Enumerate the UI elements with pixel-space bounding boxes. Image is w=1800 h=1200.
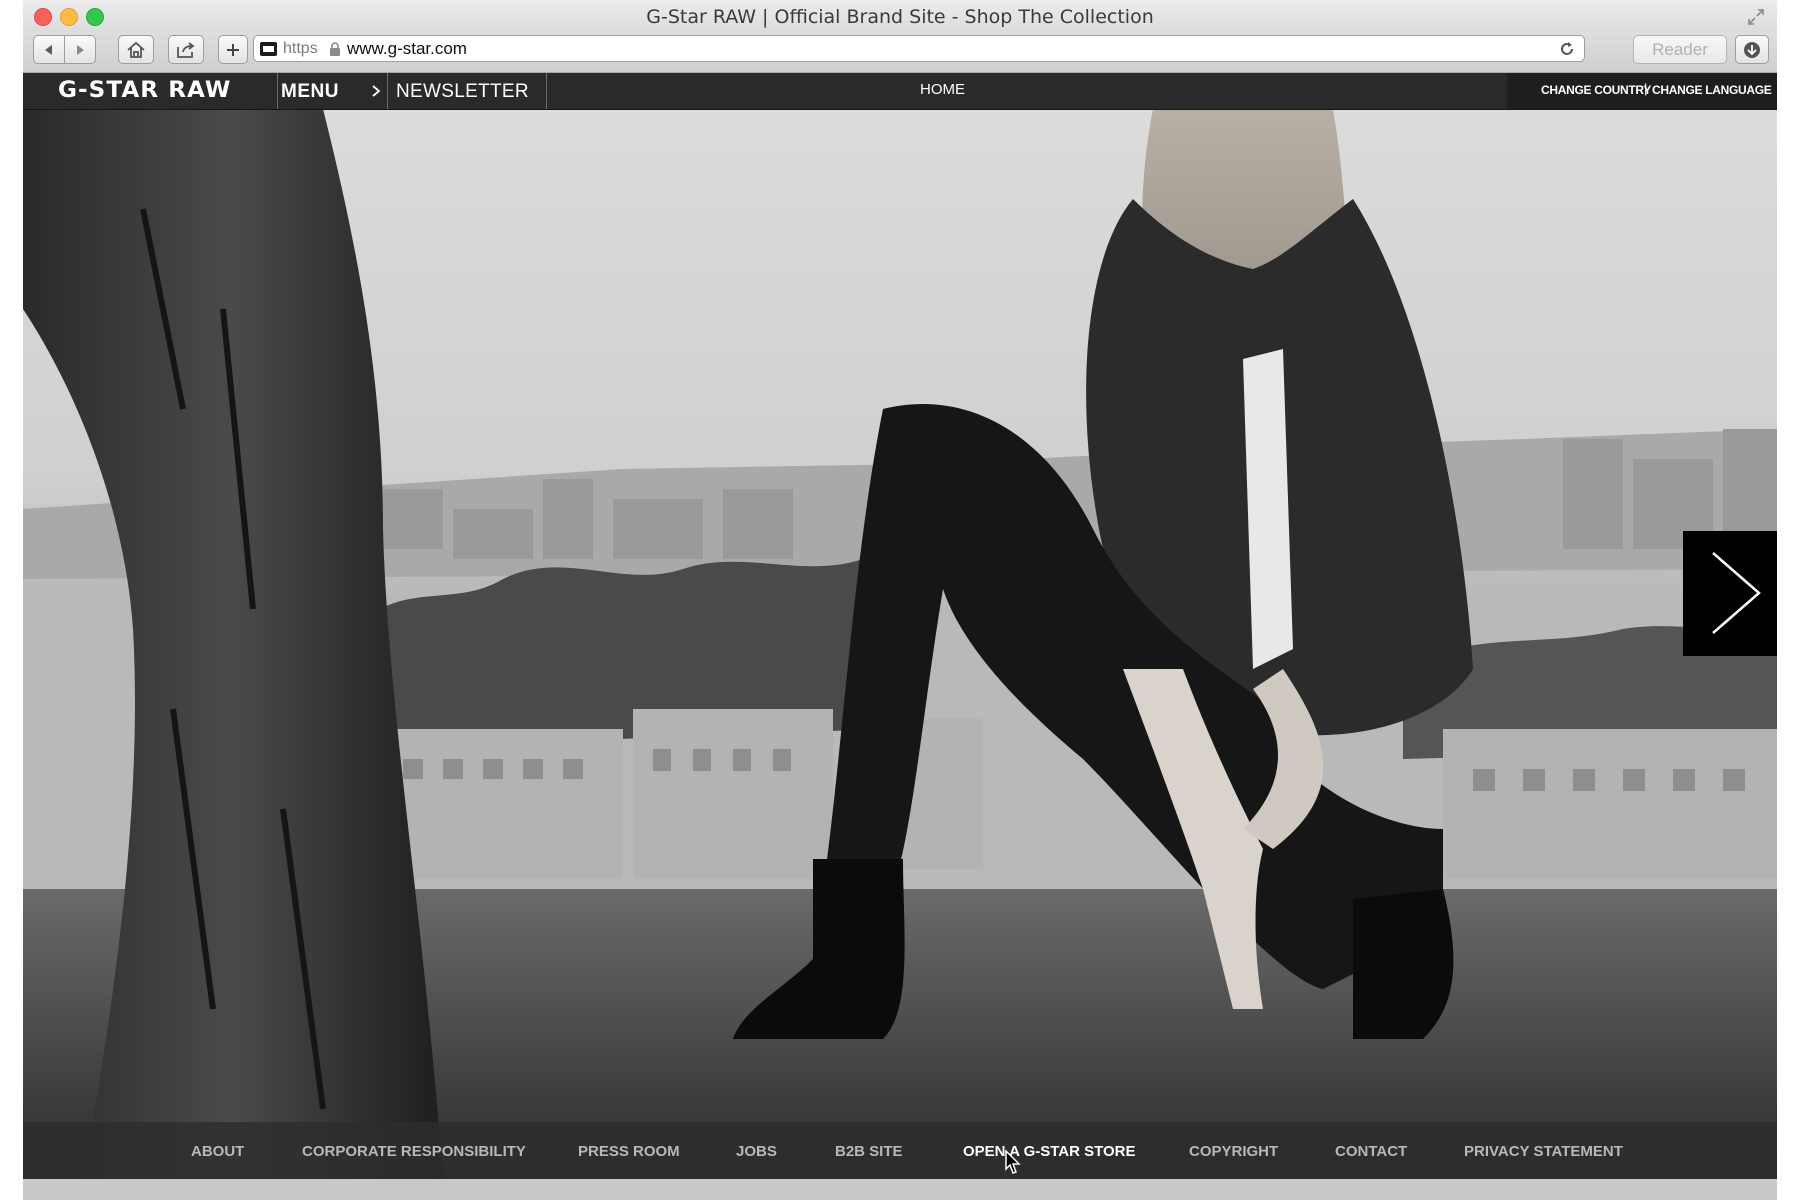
new-tab-button[interactable] (218, 35, 248, 64)
browser-status-strip (23, 1179, 1777, 1200)
footer-link-corporate-responsibility[interactable]: CORPORATE RESPONSIBILITY (302, 1143, 526, 1160)
newsletter-link[interactable]: NEWSLETTER (396, 81, 529, 103)
change-country-link[interactable]: CHANGE COUNTRY (1541, 83, 1651, 97)
next-slide-button[interactable] (1683, 531, 1777, 656)
reader-button[interactable]: Reader (1633, 35, 1727, 64)
site-header: G-STAR RAW MENU NEWSLETTER HOME CHANGE C… (23, 73, 1777, 110)
header-divider (546, 73, 547, 109)
header-divider (387, 73, 388, 109)
web-page: G-STAR RAW MENU NEWSLETTER HOME CHANGE C… (23, 73, 1777, 1179)
url-text: www.g-star.com (347, 39, 467, 58)
browser-window: G-Star RAW | Official Brand Site - Shop … (23, 0, 1777, 1200)
reload-icon[interactable] (1558, 40, 1576, 58)
share-button[interactable] (168, 35, 204, 64)
downloads-button[interactable] (1735, 35, 1769, 64)
window-title: G-Star RAW | Official Brand Site - Shop … (646, 6, 1154, 28)
footer-link-privacy-statement[interactable]: PRIVACY STATEMENT (1464, 1143, 1623, 1160)
chevron-left-icon (45, 44, 52, 55)
download-icon (1744, 41, 1760, 58)
browser-toolbar: https www.g-star.com Reader (23, 32, 1777, 73)
home-link[interactable]: HOME (920, 81, 965, 98)
fullscreen-icon[interactable] (1747, 8, 1765, 26)
chevron-right-icon (1712, 552, 1761, 634)
footer-nav: ABOUT CORPORATE RESPONSIBILITY PRESS ROO… (23, 1122, 1777, 1179)
footer-link-about[interactable]: ABOUT (191, 1143, 244, 1160)
footer-link-contact[interactable]: CONTACT (1335, 1143, 1407, 1160)
share-icon (177, 41, 195, 58)
site-favicon-icon (260, 42, 277, 56)
url-scheme: https (283, 40, 318, 57)
site-logo[interactable]: G-STAR RAW (58, 78, 231, 103)
footer-link-open-a-store[interactable]: OPEN A G-STAR STORE (963, 1143, 1136, 1160)
back-button[interactable] (33, 35, 65, 64)
locale-separator: | (1644, 81, 1648, 96)
pointer-cursor-icon (1005, 1149, 1021, 1174)
menu-button[interactable]: MENU (281, 81, 339, 103)
header-divider (277, 73, 278, 109)
home-button[interactable] (118, 35, 154, 64)
address-bar[interactable]: https www.g-star.com (253, 35, 1585, 62)
chevron-right-icon (372, 85, 381, 97)
forward-button[interactable] (64, 35, 96, 64)
footer-link-b2b-site[interactable]: B2B SITE (835, 1143, 903, 1160)
home-icon (127, 41, 145, 58)
footer-link-jobs[interactable]: JOBS (736, 1143, 777, 1160)
title-bar: G-Star RAW | Official Brand Site - Shop … (23, 0, 1777, 32)
hero-image (23, 109, 1777, 1179)
footer-link-press-room[interactable]: PRESS ROOM (578, 1143, 680, 1160)
change-language-link[interactable]: CHANGE LANGUAGE (1652, 83, 1772, 97)
footer-link-copyright[interactable]: COPYRIGHT (1189, 1143, 1278, 1160)
plus-icon (227, 43, 239, 56)
chevron-right-icon (77, 44, 84, 55)
lock-icon (330, 42, 340, 56)
